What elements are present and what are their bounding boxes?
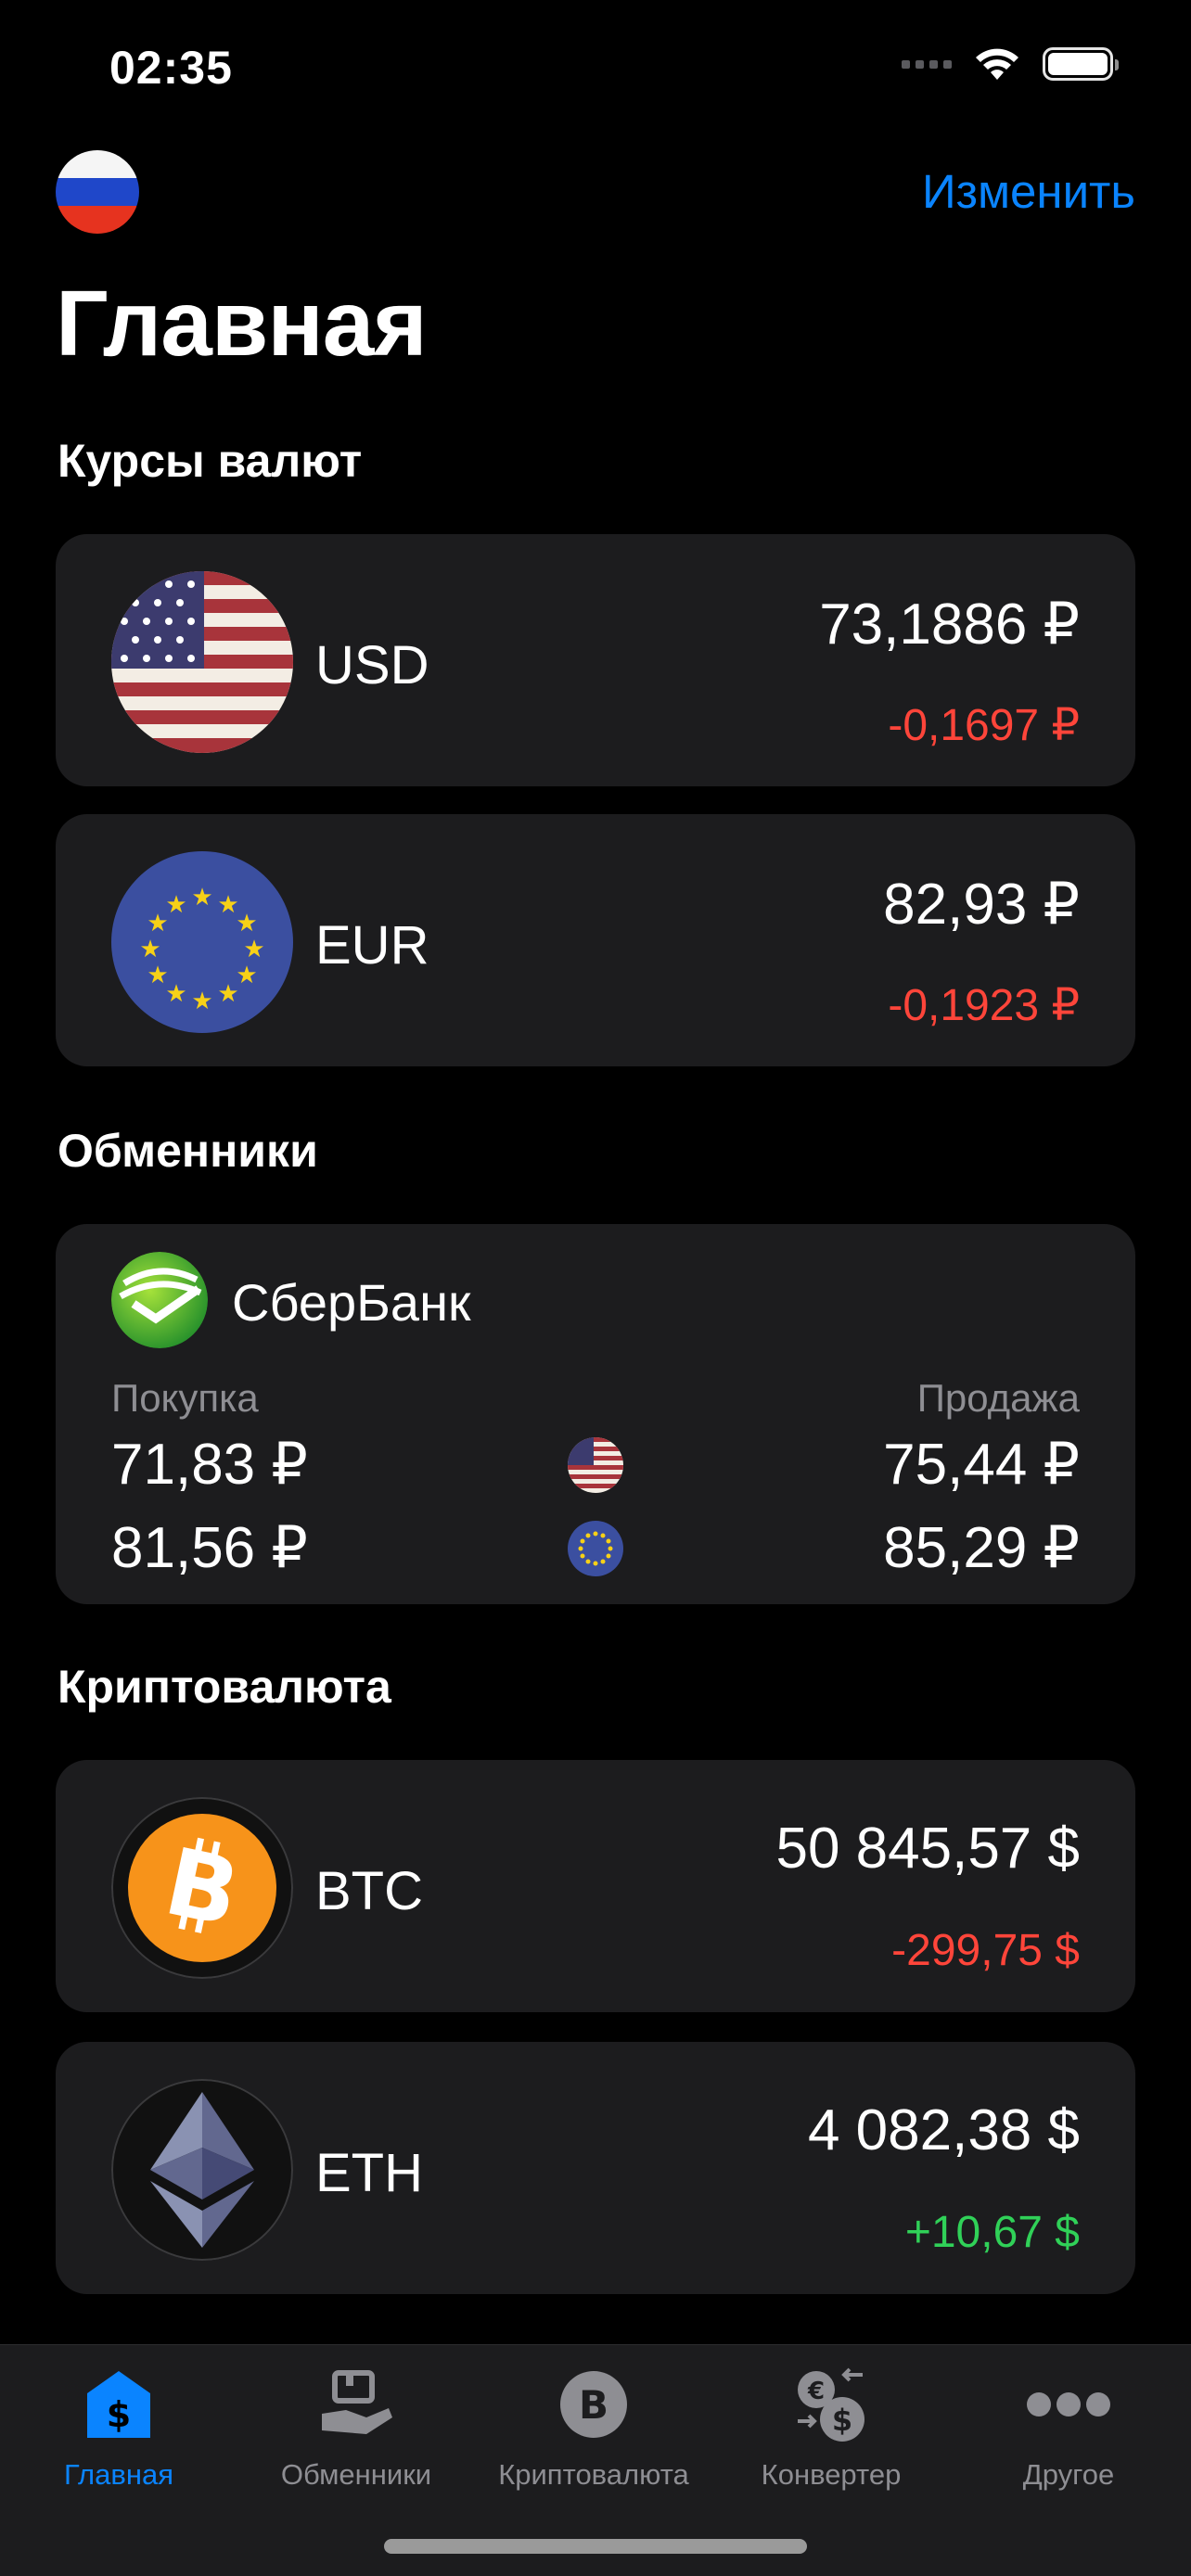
edit-button[interactable]: Изменить xyxy=(922,164,1135,219)
eu-flag-icon: ★ ★ ★ ★ ★ ★ ★ ★ ★ ★ ★ ★ xyxy=(111,851,293,1033)
tab-label: Обменники xyxy=(280,2458,432,2491)
svg-text:★: ★ xyxy=(139,936,160,963)
eu-flag-icon xyxy=(568,1521,623,1576)
svg-text:★: ★ xyxy=(217,980,238,1008)
svg-text:★: ★ xyxy=(165,891,186,919)
section-title-rates: Курсы валют xyxy=(58,435,363,487)
rate-card-eur[interactable]: ★ ★ ★ ★ ★ ★ ★ ★ ★ ★ ★ ★ EUR 82,93 ₽ -0,1… xyxy=(56,814,1135,1066)
sberbank-logo-icon xyxy=(111,1252,208,1348)
sell-rate-usd: 75,44 ₽ xyxy=(883,1433,1080,1497)
svg-text:B: B xyxy=(579,2382,608,2428)
svg-text:$: $ xyxy=(832,2403,852,2438)
rate-card-usd[interactable]: USD 73,1886 ₽ -0,1697 ₽ xyxy=(56,534,1135,786)
sell-rate-eur: 85,29 ₽ xyxy=(883,1516,1080,1580)
us-flag-icon xyxy=(568,1437,623,1493)
tab-converter[interactable]: € $ Конвертер xyxy=(712,2362,950,2492)
crypto-value: 50 845,57 $ xyxy=(775,1817,1080,1881)
svg-text:★: ★ xyxy=(191,884,212,912)
svg-text:★: ★ xyxy=(236,910,257,937)
svg-text:★: ★ xyxy=(191,988,212,1015)
section-title-crypto: Криптовалюта xyxy=(58,1661,391,1713)
crypto-code: BTC xyxy=(315,1861,423,1921)
svg-text:€: € xyxy=(807,2378,825,2405)
crypto-card-btc[interactable]: B BTC 50 845,57 $ -299,75 $ xyxy=(56,1760,1135,2012)
crypto-change: +10,67 $ xyxy=(904,2208,1080,2257)
home-indicator[interactable] xyxy=(384,2539,807,2554)
rate-code: EUR xyxy=(315,915,429,976)
tab-label: Криптовалюта xyxy=(498,2458,689,2491)
tab-more[interactable]: Другое xyxy=(950,2362,1187,2492)
crypto-code: ETH xyxy=(315,2143,423,2203)
battery-icon xyxy=(1043,47,1119,81)
ethereum-icon xyxy=(111,2079,293,2261)
sell-label: Продажа xyxy=(916,1376,1080,1420)
more-dots-icon xyxy=(1026,2362,1111,2447)
svg-text:★: ★ xyxy=(147,962,168,989)
tab-crypto[interactable]: B Криптовалюта xyxy=(475,2362,712,2492)
tab-home[interactable]: $ Главная xyxy=(0,2362,237,2492)
tab-exchangers[interactable]: Обменники xyxy=(237,2362,475,2492)
home-dollar-icon: $ xyxy=(76,2362,161,2447)
crypto-change: -299,75 $ xyxy=(891,1926,1080,1975)
exchanger-hand-icon xyxy=(314,2362,399,2447)
buy-label: Покупка xyxy=(111,1376,259,1420)
exchanger-card-sberbank[interactable]: СберБанк Покупка Продажа 71,83 ₽ 75,44 ₽… xyxy=(56,1224,1135,1604)
rate-code: USD xyxy=(315,635,429,695)
rate-value: 73,1886 ₽ xyxy=(819,593,1080,657)
buy-rate-eur: 81,56 ₽ xyxy=(111,1516,308,1580)
svg-text:★: ★ xyxy=(165,980,186,1008)
buy-rate-usd: 71,83 ₽ xyxy=(111,1433,308,1497)
crypto-card-eth[interactable]: ETH 4 082,38 $ +10,67 $ xyxy=(56,2042,1135,2294)
tab-label: Главная xyxy=(64,2458,173,2491)
us-flag-icon xyxy=(111,571,293,753)
bitcoin-circle-icon: B xyxy=(551,2362,636,2447)
rate-change: -0,1697 ₽ xyxy=(888,701,1080,750)
crypto-value: 4 082,38 $ xyxy=(807,2098,1080,2162)
status-icons xyxy=(902,46,1119,82)
tab-label: Другое xyxy=(1022,2458,1115,2491)
country-flag-russia-icon[interactable] xyxy=(56,150,139,234)
svg-text:$: $ xyxy=(107,2394,131,2435)
exchanger-name: СберБанк xyxy=(232,1273,471,1332)
wifi-icon xyxy=(976,48,1018,80)
rate-value: 82,93 ₽ xyxy=(883,873,1080,937)
bitcoin-icon: B xyxy=(111,1797,293,1979)
svg-text:★: ★ xyxy=(243,936,264,963)
page-title: Главная xyxy=(56,272,428,376)
tab-label: Конвертер xyxy=(761,2458,902,2491)
converter-icon: € $ xyxy=(788,2362,874,2447)
svg-text:★: ★ xyxy=(236,962,257,989)
status-time: 02:35 xyxy=(109,42,233,94)
cellular-signal-icon xyxy=(902,59,952,69)
rate-change: -0,1923 ₽ xyxy=(888,981,1080,1030)
section-title-exchangers: Обменники xyxy=(58,1125,318,1177)
